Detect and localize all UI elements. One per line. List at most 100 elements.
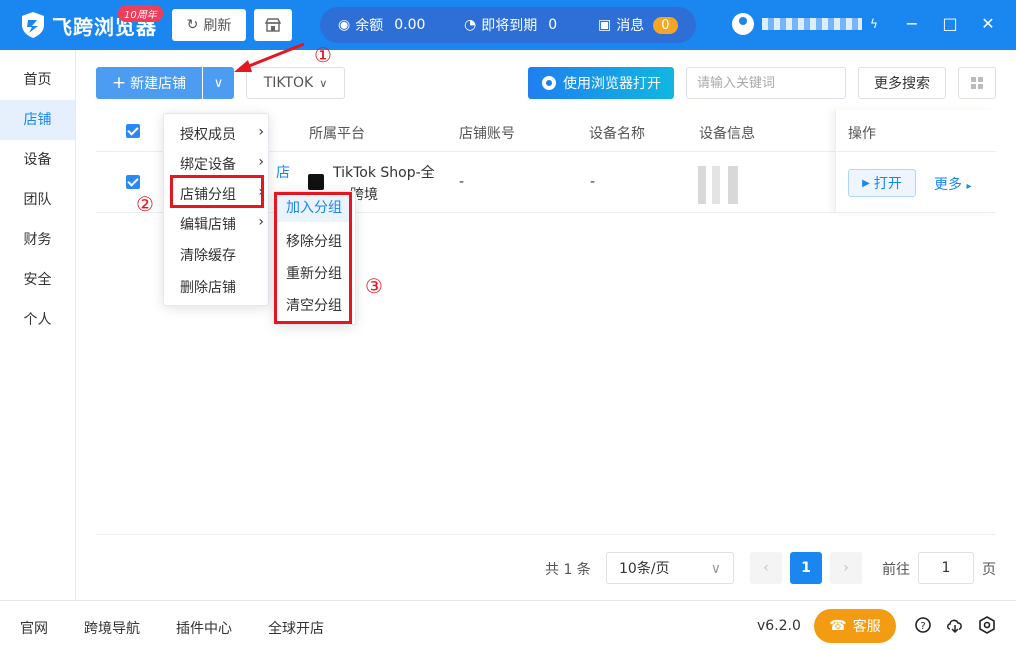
messages-label: 消息 — [616, 18, 645, 34]
expiring[interactable]: ◔ 即将到期 0 — [464, 15, 557, 35]
shop-actions-menu: 授权成员 › 绑定设备 › 店铺分组 › 编辑店铺 › 清除缓存 删除店铺 — [163, 113, 269, 306]
user-menu[interactable]: ϟ — [732, 13, 878, 35]
refresh-label: 刷新 — [203, 18, 232, 34]
new-shop-dropdown-toggle[interactable]: ∨ — [203, 67, 234, 99]
annotation-number-3: ③ — [365, 274, 383, 298]
close-icon[interactable]: ✕ — [978, 14, 998, 33]
menu-item-label: 编辑店铺 — [180, 217, 236, 233]
chevron-left-icon: ‹ — [763, 560, 769, 576]
more-actions-label: 更多 — [934, 177, 962, 193]
sidebar-item-shops[interactable]: 店铺 — [0, 100, 75, 140]
expiring-label: 即将到期 — [481, 18, 538, 34]
page-suffix-label: 页 — [982, 562, 996, 578]
balance[interactable]: ◉ 余额 0.00 — [338, 15, 425, 35]
sidebar-item-security[interactable]: 安全 — [0, 260, 75, 300]
expiring-value: 0 — [548, 17, 558, 33]
menu-item-label: 删除店铺 — [180, 280, 236, 296]
refresh-button[interactable]: ↻ 刷新 — [172, 9, 246, 41]
goto-page-input[interactable] — [918, 552, 974, 584]
column-device-info: 设备信息 — [699, 126, 755, 142]
column-device-name: 设备名称 — [589, 126, 645, 142]
shop-button[interactable] — [254, 9, 292, 41]
footer-link-plugin-center[interactable]: 插件中心 — [176, 618, 232, 638]
customer-service-label: 客服 — [852, 619, 881, 635]
platform-cell: TikTok Shop-全 — [333, 165, 435, 181]
next-page-button[interactable]: › — [830, 552, 862, 584]
open-shop-button[interactable]: ▶ 打开 — [848, 169, 916, 197]
customer-service-button[interactable]: ☎ 客服 — [814, 609, 896, 643]
minimize-icon[interactable]: − — [902, 14, 922, 33]
shop-icon — [265, 18, 281, 32]
annotation-number-2: ② — [136, 192, 154, 216]
annotation-number-1: ① — [314, 43, 332, 67]
search-input[interactable] — [686, 67, 846, 99]
column-platform: 所属平台 — [309, 126, 365, 142]
menu-item-label: 授权成员 — [180, 127, 236, 143]
column-account: 店铺账号 — [459, 126, 515, 142]
menu-item-edit-shop[interactable]: 编辑店铺 › — [180, 214, 264, 234]
new-shop-button[interactable]: + 新建店铺 — [96, 67, 202, 99]
title-bar: 飞跨浏览器 10周年 ↻ 刷新 ◉ 余额 0.00 ◔ 即将到期 0 ▣ 消息 … — [0, 0, 1016, 50]
chevron-right-icon: › — [258, 124, 264, 140]
settings-icon[interactable] — [978, 616, 996, 634]
menu-item-authorize-members[interactable]: 授权成员 › — [180, 124, 264, 144]
page-number-current[interactable]: 1 — [790, 552, 822, 584]
account-cell: - — [459, 174, 465, 190]
play-icon: ▶ — [862, 177, 870, 189]
sidebar-item-personal[interactable]: 个人 — [0, 300, 75, 340]
more-actions-link[interactable]: 更多 ▸ — [934, 174, 971, 194]
maximize-icon[interactable]: □ — [940, 14, 960, 33]
chevron-right-icon: › — [258, 214, 264, 230]
lightning-icon: ϟ — [870, 17, 878, 31]
device-name-cell: - — [590, 174, 596, 190]
grid-view-button[interactable] — [958, 67, 996, 99]
open-with-browser-label: 使用浏览器打开 — [563, 76, 661, 92]
annotation-box-submenu — [274, 192, 352, 324]
cloud-download-icon[interactable] — [946, 616, 964, 634]
sidebar-item-team[interactable]: 团队 — [0, 180, 75, 220]
menu-item-bind-device[interactable]: 绑定设备 › — [180, 154, 264, 174]
caret-right-icon: ▸ — [966, 181, 972, 192]
sidebar-item-devices[interactable]: 设备 — [0, 140, 75, 180]
app-version: v6.2.0 — [757, 618, 801, 634]
open-with-browser-button[interactable]: 使用浏览器打开 — [528, 67, 674, 99]
messages[interactable]: ▣ 消息 0 — [598, 15, 678, 35]
clock-icon: ◔ — [464, 17, 477, 33]
more-search-button[interactable]: 更多搜索 — [858, 67, 946, 99]
page-size-value: 10条/页 — [619, 561, 670, 577]
select-all-checkbox[interactable] — [126, 124, 140, 138]
sidebar-item-home[interactable]: 首页 — [0, 60, 75, 100]
help-icon[interactable]: ? — [914, 616, 932, 634]
avatar — [732, 13, 754, 35]
headset-icon: ☎ — [829, 618, 847, 634]
shop-name-link-fragment[interactable]: 店 — [276, 162, 290, 182]
tiktok-icon — [308, 174, 324, 190]
plus-icon: + — [111, 73, 127, 93]
pagination-total: 共 1 条 — [545, 562, 591, 578]
row-checkbox[interactable] — [126, 175, 140, 189]
footer: 官网 跨境导航 插件中心 全球开店 v6.2.0 ☎ 客服 ? — [0, 600, 1016, 650]
moneybag-icon: ◉ — [338, 17, 351, 33]
balance-value: 0.00 — [394, 17, 426, 33]
prev-page-button[interactable]: ‹ — [750, 552, 782, 584]
page-size-select[interactable]: 10条/页 ∨ — [606, 552, 734, 584]
table-bottom-divider — [96, 534, 996, 535]
chevron-down-icon: ∨ — [213, 75, 224, 91]
open-shop-label: 打开 — [873, 176, 902, 192]
menu-item-label: 清除缓存 — [180, 248, 236, 264]
menu-item-delete-shop[interactable]: 删除店铺 — [180, 277, 264, 297]
footer-link-global-store[interactable]: 全球开店 — [268, 618, 324, 638]
annotation-box-shop-group — [170, 175, 264, 208]
footer-link-website[interactable]: 官网 — [20, 618, 48, 638]
sidebar: 首页 店铺 设备 团队 财务 安全 个人 — [0, 50, 76, 600]
footer-link-cross-border-nav[interactable]: 跨境导航 — [84, 618, 140, 638]
menu-item-clear-cache[interactable]: 清除缓存 — [180, 245, 264, 265]
chat-icon: ▣ — [598, 17, 612, 33]
menu-item-label: 绑定设备 — [180, 157, 236, 173]
actions-column — [835, 110, 996, 213]
device-info-blurred — [698, 166, 760, 204]
annotation-arrow — [234, 42, 305, 72]
grid-icon — [971, 77, 983, 89]
username-blurred — [762, 18, 862, 30]
sidebar-item-finance[interactable]: 财务 — [0, 220, 75, 260]
